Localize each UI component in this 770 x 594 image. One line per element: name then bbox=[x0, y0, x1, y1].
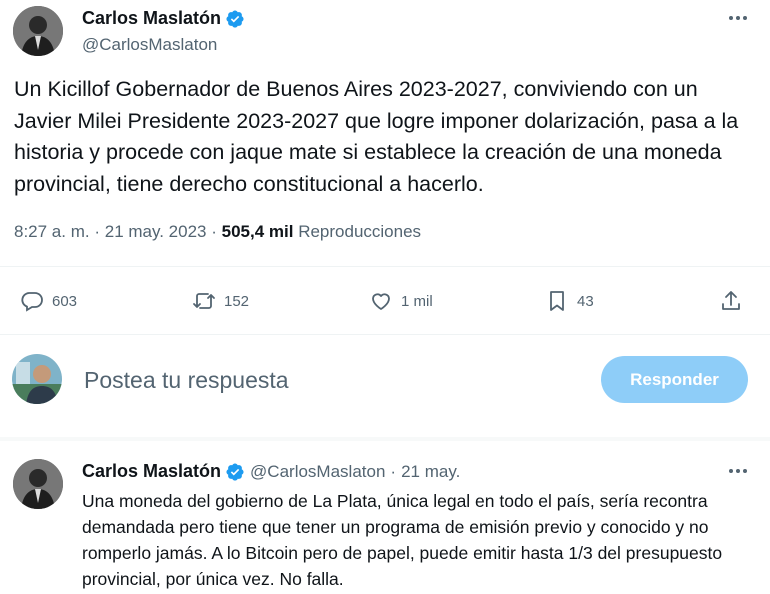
more-options-icon[interactable] bbox=[723, 8, 753, 28]
views-label: Reproducciones bbox=[298, 222, 422, 241]
user-avatar[interactable] bbox=[12, 354, 62, 404]
like-count: 1 mil bbox=[401, 292, 433, 310]
reply-author-avatar[interactable] bbox=[13, 459, 63, 509]
tweet-time[interactable]: 8:27 a. m. bbox=[14, 222, 90, 241]
retweet-button[interactable]: 152 bbox=[192, 282, 249, 320]
reply-header: Carlos Maslatón @CarlosMaslaton · 21 may… bbox=[82, 461, 460, 482]
author-name-line: Carlos Maslatón bbox=[82, 8, 245, 29]
reply-count: 603 bbox=[52, 292, 78, 310]
reply-more-options-icon[interactable] bbox=[723, 461, 753, 481]
retweet-count: 152 bbox=[224, 292, 250, 310]
reply-handle[interactable]: @CarlosMaslaton bbox=[250, 462, 385, 482]
reply-display-name[interactable]: Carlos Maslatón bbox=[82, 461, 221, 482]
reply-text: Una moneda del gobierno de La Plata, úni… bbox=[82, 491, 723, 589]
views-count: 505,4 mil bbox=[221, 222, 294, 241]
verified-badge-icon bbox=[226, 462, 244, 481]
bookmark-count: 43 bbox=[577, 292, 594, 310]
reply-date[interactable]: 21 may. bbox=[401, 462, 460, 482]
tweet-meta: 8:27 a. m. · 21 may. 2023 · 505,4 mil Re… bbox=[14, 222, 421, 242]
comment-icon bbox=[21, 292, 43, 312]
divider bbox=[0, 266, 770, 267]
author-handle-line: @CarlosMaslaton bbox=[82, 35, 217, 55]
section-separator bbox=[0, 437, 770, 441]
reply-button[interactable]: 603 bbox=[20, 282, 77, 320]
reply-input[interactable] bbox=[84, 362, 574, 398]
reply-separator: · bbox=[390, 461, 397, 481]
divider bbox=[0, 334, 770, 335]
author-display-name[interactable]: Carlos Maslatón bbox=[82, 8, 221, 29]
retweet-icon bbox=[193, 293, 215, 309]
share-button[interactable] bbox=[719, 282, 743, 320]
author-handle[interactable]: @CarlosMaslaton bbox=[82, 35, 217, 55]
meta-separator: · bbox=[211, 222, 222, 241]
meta-separator: · bbox=[94, 222, 105, 241]
tweet-text: Un Kicillof Gobernador de Buenos Aires 2… bbox=[14, 77, 739, 196]
share-icon bbox=[722, 291, 740, 310]
heart-icon bbox=[372, 293, 390, 310]
tweet-date[interactable]: 21 may. 2023 bbox=[105, 222, 207, 241]
bookmark-button[interactable]: 43 bbox=[545, 282, 594, 320]
action-bar: 603 152 1 mil 43 bbox=[0, 282, 770, 320]
author-avatar[interactable] bbox=[13, 6, 63, 56]
respond-button[interactable]: Responder bbox=[601, 356, 748, 403]
like-button[interactable]: 1 mil bbox=[369, 282, 433, 320]
bookmark-icon bbox=[550, 291, 564, 311]
verified-badge-icon bbox=[226, 9, 244, 28]
